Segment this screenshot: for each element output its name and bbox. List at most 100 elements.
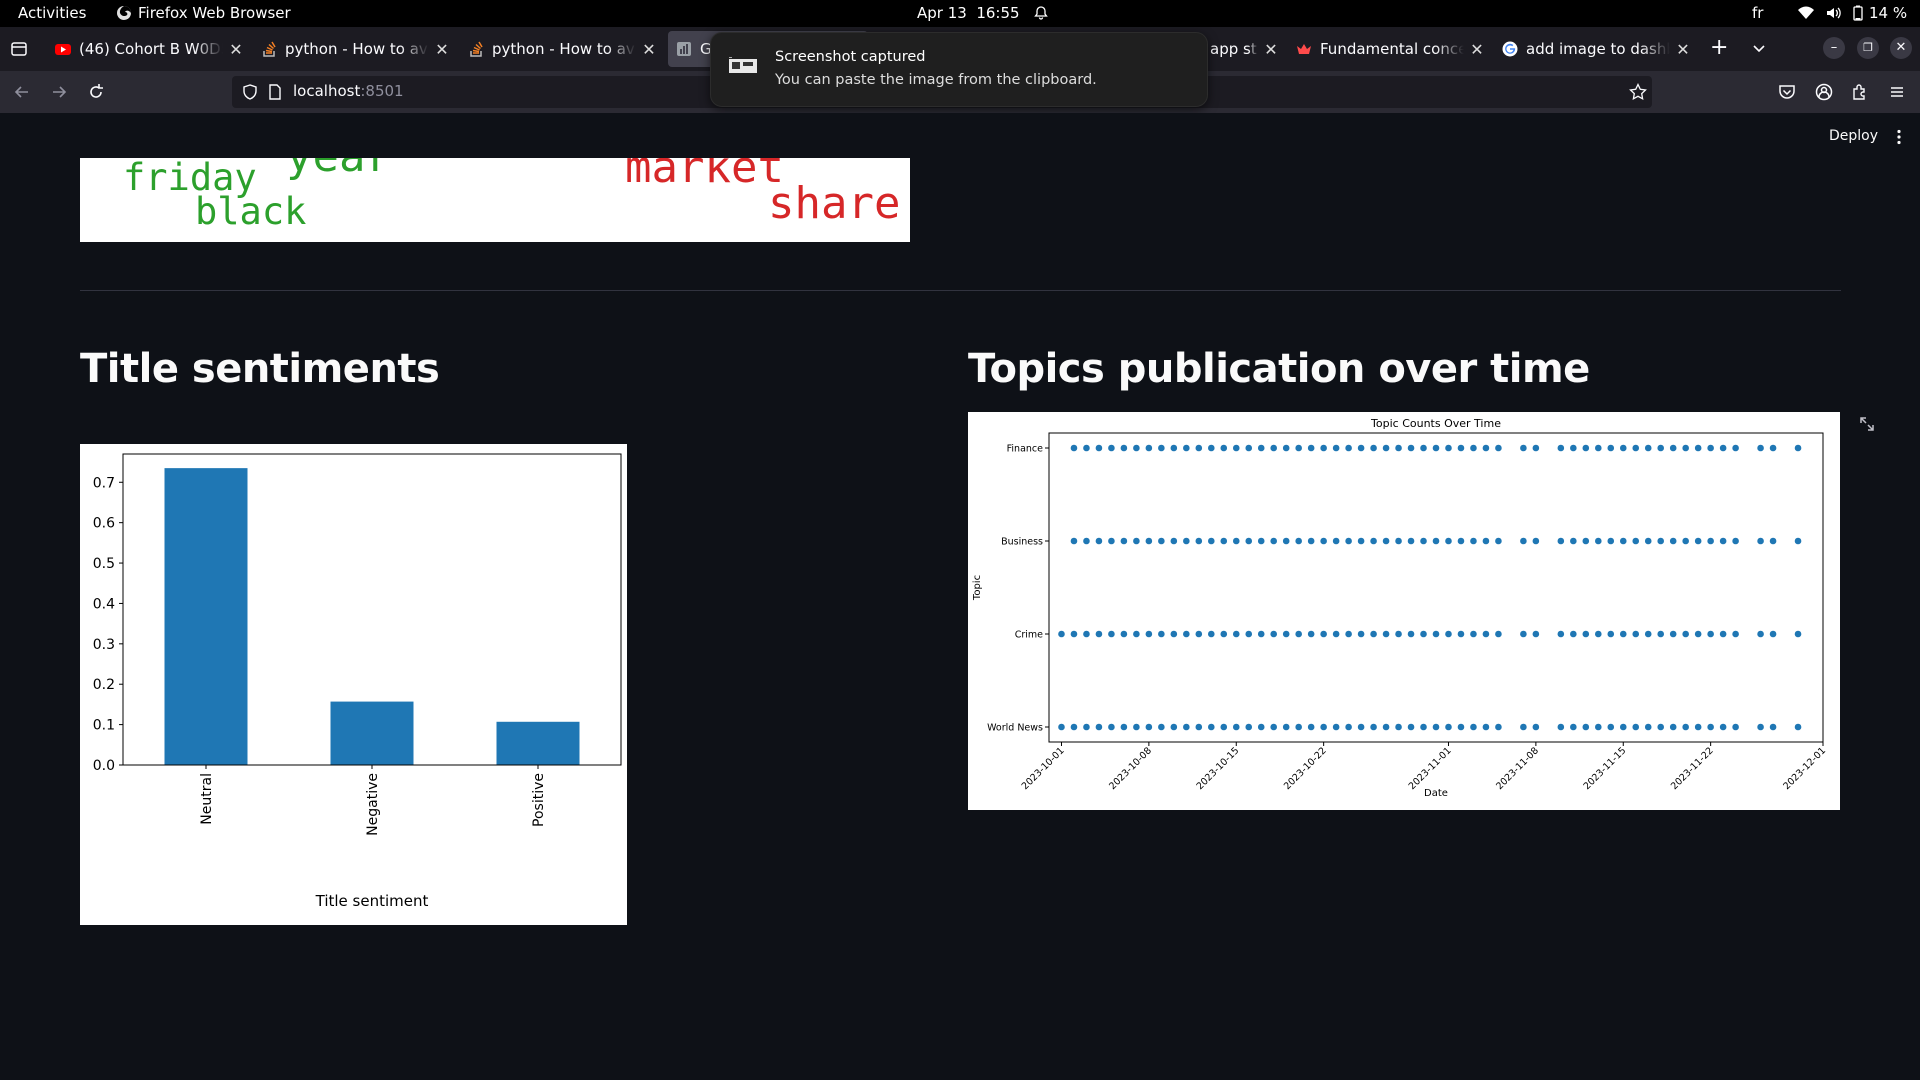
data-point <box>1282 537 1290 545</box>
data-point <box>1757 630 1764 638</box>
system-status-area[interactable]: 14 % <box>1797 4 1907 22</box>
close-icon[interactable]: ✕ <box>227 40 245 59</box>
close-icon[interactable]: ✕ <box>433 40 451 59</box>
keyboard-layout[interactable]: fr <box>1752 4 1763 22</box>
data-point <box>1445 444 1452 452</box>
wordcloud-word: share <box>768 178 901 229</box>
url-text[interactable]: localhost:8501 <box>293 82 404 100</box>
firefox-view-icon[interactable] <box>10 40 28 58</box>
data-point <box>1594 444 1602 452</box>
data-point <box>1682 537 1689 545</box>
tab-stackoverflow-1[interactable]: python - How to avoid ✕ <box>253 31 451 67</box>
tab-app-str[interactable]: app str ✕ <box>1202 31 1280 67</box>
x-tick-label: 2023-12-01 <box>1781 745 1828 792</box>
notification-body: You can paste the image from the clipboa… <box>775 72 1097 88</box>
activities-button[interactable]: Activities <box>18 4 86 22</box>
y-tick-label: 0.1 <box>93 718 115 734</box>
data-point <box>1357 723 1365 731</box>
y-tick-label: 0.2 <box>93 677 115 693</box>
clock[interactable]: Apr 13 16:55 <box>917 4 1048 22</box>
data-point <box>1682 723 1689 731</box>
data-point <box>1095 630 1103 638</box>
data-point <box>1732 630 1739 638</box>
volume-icon <box>1827 7 1841 19</box>
data-point <box>1657 537 1665 545</box>
data-point <box>1557 630 1565 638</box>
bookmark-star-icon[interactable] <box>1629 83 1647 101</box>
bar-neutral <box>164 468 248 765</box>
restore-window-button[interactable]: ❐ <box>1857 37 1879 59</box>
data-point <box>1682 630 1689 638</box>
data-point <box>1145 723 1153 731</box>
data-point <box>1295 444 1302 452</box>
extensions-puzzle-icon[interactable] <box>1851 83 1869 101</box>
app-menu[interactable]: Firefox Web Browser <box>116 4 291 22</box>
back-arrow-icon[interactable] <box>13 83 31 101</box>
data-point <box>1694 723 1702 731</box>
data-point <box>1207 630 1215 638</box>
reload-icon[interactable] <box>87 83 105 101</box>
data-point <box>1570 630 1577 638</box>
shield-icon[interactable] <box>242 84 258 100</box>
y-tick-label: Crime <box>1015 630 1043 641</box>
close-icon[interactable]: ✕ <box>1468 40 1486 59</box>
data-point <box>1719 444 1727 452</box>
main-menu-kebab-icon[interactable] <box>1892 129 1906 145</box>
data-point <box>1307 537 1315 545</box>
data-point <box>1582 630 1590 638</box>
data-point <box>1769 630 1777 638</box>
pocket-icon[interactable] <box>1778 83 1796 101</box>
data-point <box>1370 723 1377 731</box>
streamlit-app: Deploy friday year black market share Ti… <box>0 113 1920 1080</box>
tab-google-search[interactable]: add image to dashboa ✕ <box>1494 31 1692 67</box>
data-point <box>1270 630 1278 638</box>
data-point <box>1195 444 1203 452</box>
data-point <box>1395 630 1402 638</box>
list-tabs-chevron-down-icon[interactable] <box>1752 41 1766 55</box>
data-point <box>1357 630 1365 638</box>
data-point <box>1108 537 1115 545</box>
data-point <box>1482 444 1490 452</box>
data-point <box>1070 630 1078 638</box>
y-tick-label: 0.3 <box>93 637 115 653</box>
data-point <box>1719 537 1727 545</box>
tab-fundamental-concepts[interactable]: Fundamental concept ✕ <box>1288 31 1486 67</box>
data-point <box>1557 444 1565 452</box>
forward-arrow-icon[interactable] <box>50 83 68 101</box>
data-point <box>1257 537 1265 545</box>
data-point <box>1470 444 1477 452</box>
close-window-button[interactable]: ✕ <box>1890 37 1912 59</box>
close-icon[interactable]: ✕ <box>1674 40 1692 59</box>
tab-stackoverflow-2[interactable]: python - How to avoid ✕ <box>460 31 658 67</box>
tab-youtube[interactable]: (46) Cohort B W0D5, T ✕ <box>47 31 245 67</box>
data-point <box>1657 444 1665 452</box>
firefox-icon <box>117 6 131 20</box>
data-point <box>1732 444 1739 452</box>
data-point <box>1669 723 1677 731</box>
minimize-window-button[interactable]: – <box>1823 37 1845 59</box>
x-axis-label: Date <box>1424 788 1448 799</box>
tab-label: python - How to avoid <box>285 40 429 58</box>
data-point <box>1145 444 1153 452</box>
data-point <box>1470 723 1477 731</box>
battery-icon <box>1853 5 1863 21</box>
data-point <box>1195 723 1203 731</box>
close-icon[interactable]: ✕ <box>640 40 658 59</box>
data-point <box>1332 630 1340 638</box>
x-tick-label: 2023-11-08 <box>1494 745 1541 792</box>
new-tab-button[interactable]: + <box>1710 35 1728 60</box>
data-point <box>1245 723 1253 731</box>
data-point <box>1482 630 1490 638</box>
data-point <box>1794 630 1802 638</box>
data-point <box>1732 537 1739 545</box>
close-icon[interactable]: ✕ <box>1262 40 1280 59</box>
deploy-button[interactable]: Deploy <box>1829 128 1878 144</box>
hamburger-menu-icon[interactable] <box>1888 83 1906 101</box>
page-icon[interactable] <box>268 84 282 100</box>
account-icon[interactable] <box>1815 83 1833 101</box>
data-point <box>1532 537 1540 545</box>
data-point <box>1694 444 1702 452</box>
screenshot-notification[interactable]: Screenshot captured You can paste the im… <box>710 32 1208 107</box>
data-point <box>1644 537 1652 545</box>
fullscreen-expand-icon[interactable] <box>1858 415 1876 433</box>
